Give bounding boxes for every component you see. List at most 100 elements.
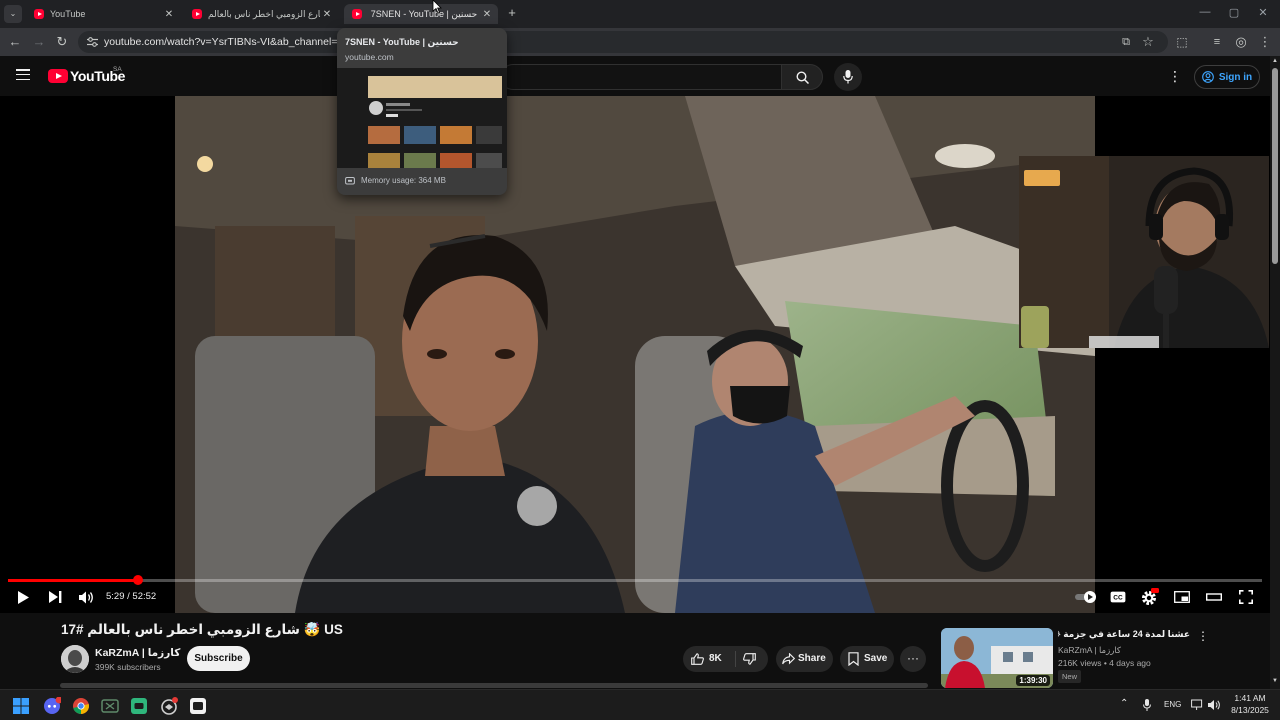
- maximize-window-icon[interactable]: ▢: [1219, 6, 1249, 19]
- closed-captions-icon: CC: [1110, 591, 1126, 603]
- like-button[interactable]: [691, 653, 704, 665]
- hover-card-domain: youtube.com: [345, 52, 394, 62]
- channel-avatar[interactable]: [61, 645, 89, 673]
- autoplay-toggle-icon: [1075, 591, 1096, 603]
- autoplay-toggle[interactable]: [1074, 587, 1098, 607]
- horizontal-scrollbar[interactable]: [60, 683, 928, 688]
- install-app-icon[interactable]: ⧉: [1118, 34, 1134, 50]
- voice-search-button[interactable]: [834, 63, 862, 91]
- tab-zombie-street-video[interactable]: شارع الزومبي اخطر ناس بالعالم # ✕: [184, 4, 338, 24]
- save-button[interactable]: Save: [840, 646, 894, 672]
- video-scene-illustration: [175, 96, 1095, 613]
- close-tab-icon[interactable]: ✕: [480, 9, 494, 20]
- sign-in-button[interactable]: Sign in: [1194, 65, 1260, 89]
- tab-7snen-channel[interactable]: 7SNEN - YouTube | حسنين ✕: [344, 4, 498, 24]
- close-tab-icon[interactable]: ✕: [162, 9, 176, 20]
- video-duration: 1:39:30: [1016, 675, 1050, 686]
- video-player[interactable]: 5:29 / 52:52 CC: [0, 96, 1270, 613]
- playback-time: 5:29 / 52:52: [106, 591, 157, 602]
- bookmark-icon: [848, 652, 859, 666]
- recommended-more-icon[interactable]: ⋮: [1197, 629, 1209, 643]
- memory-usage: Memory usage: 364 MB: [361, 176, 446, 185]
- browser-menu-icon[interactable]: ⋮: [1257, 34, 1273, 50]
- new-tab-icon[interactable]: +: [505, 5, 519, 21]
- chat-app-icon[interactable]: [130, 697, 148, 715]
- progress-scrubber-handle[interactable]: [133, 575, 144, 585]
- more-actions-button[interactable]: ···: [900, 646, 926, 672]
- discord-icon[interactable]: [43, 697, 61, 715]
- search-button[interactable]: [781, 64, 823, 90]
- youtube-masthead: YouTube SA ⋮ Sign in: [0, 56, 1270, 96]
- tab-search-dropdown[interactable]: ⌄: [4, 5, 22, 23]
- reload-icon[interactable]: ↻: [54, 34, 70, 50]
- windows-start-icon[interactable]: [12, 697, 30, 715]
- recommended-video-title[interactable]: عشنا لمدة 24 ساعة في جزمة 😂 !#15: [1058, 629, 1190, 640]
- save-label: Save: [864, 653, 888, 664]
- clock-date[interactable]: 8/13/2025: [1226, 705, 1274, 715]
- tab-youtube[interactable]: YouTube ✕: [26, 4, 180, 24]
- fullscreen-button[interactable]: [1236, 587, 1256, 607]
- microphone-tray-icon[interactable]: [1143, 699, 1151, 712]
- back-arrow-icon[interactable]: ←: [7, 34, 23, 50]
- minimize-window-icon[interactable]: —: [1190, 6, 1220, 18]
- forward-arrow-icon[interactable]: →: [31, 34, 47, 50]
- progress-bar-played: [8, 579, 139, 582]
- tab-title: 7SNEN - YouTube | حسنين: [370, 8, 478, 19]
- app-icon[interactable]: [101, 697, 119, 715]
- volume-icon: [78, 591, 93, 603]
- streaming-app-icon[interactable]: [189, 697, 207, 715]
- dislike-button[interactable]: [743, 653, 756, 665]
- youtube-favicon-icon: [34, 9, 44, 19]
- next-video-button[interactable]: [45, 587, 65, 607]
- hamburger-menu-icon[interactable]: [16, 69, 30, 81]
- network-icon[interactable]: [1191, 699, 1204, 711]
- recommended-video-meta: 216K views • 4 days ago: [1058, 658, 1151, 668]
- fullscreen-icon: [1239, 590, 1253, 604]
- media-controls-icon[interactable]: ≡: [1209, 34, 1225, 50]
- bookmark-star-icon[interactable]: ☆: [1140, 34, 1156, 50]
- speaker-icon[interactable]: [1208, 699, 1221, 711]
- channel-name[interactable]: KaRZmA | كارزما: [95, 647, 180, 659]
- theater-mode-button[interactable]: [1204, 587, 1224, 607]
- search-input[interactable]: [500, 64, 782, 90]
- extensions-icon[interactable]: ⬚: [1174, 34, 1190, 50]
- tab-title: YouTube: [50, 9, 86, 19]
- subscribe-button[interactable]: Subscribe: [187, 646, 250, 671]
- site-info-icon[interactable]: [87, 37, 98, 47]
- clock-time[interactable]: 1:41 AM: [1226, 693, 1274, 703]
- like-dislike-group: 8K: [683, 646, 768, 672]
- game-launcher-icon[interactable]: [160, 697, 178, 715]
- youtube-favicon-icon: [352, 9, 362, 19]
- browser-toolbar: ← → ↻ youtube.com/watch?v=YsrTIBNs-VI&ab…: [0, 28, 1280, 56]
- share-icon: [782, 653, 795, 665]
- close-window-icon[interactable]: ✕: [1248, 6, 1278, 19]
- page-scrollbar[interactable]: ▲ ▼: [1270, 56, 1280, 689]
- show-hidden-icons-icon[interactable]: ⌃: [1120, 698, 1128, 709]
- channel-avatar-image: [61, 645, 89, 673]
- settings-button[interactable]: [1140, 587, 1160, 607]
- hover-card-title: 7SNEN - YouTube | حسنين: [345, 37, 459, 47]
- profile-icon[interactable]: ◎: [1233, 34, 1249, 50]
- streamer-webcam-illustration: [1019, 156, 1269, 348]
- search-icon: [796, 71, 809, 84]
- page-scrollbar-thumb[interactable]: [1272, 68, 1278, 264]
- scroll-down-icon[interactable]: ▼: [1272, 678, 1278, 684]
- miniplayer-button[interactable]: [1172, 587, 1192, 607]
- tab-title: شارع الزومبي اخطر ناس بالعالم #: [208, 8, 320, 19]
- mute-button[interactable]: [76, 587, 96, 607]
- address-bar[interactable]: youtube.com/watch?v=YsrTIBNs-VI&ab_chann…: [78, 31, 1168, 53]
- close-tab-icon[interactable]: ✕: [320, 9, 334, 20]
- progress-bar[interactable]: [8, 579, 1262, 582]
- settings-more-icon[interactable]: ⋮: [1168, 68, 1182, 85]
- recommended-video-channel[interactable]: KaRZmA | كارزما: [1058, 645, 1121, 656]
- video-frame[interactable]: [175, 96, 1095, 613]
- play-button[interactable]: [13, 587, 33, 607]
- recommended-video-thumbnail[interactable]: 1:39:30: [941, 628, 1053, 688]
- subtitles-button[interactable]: CC: [1108, 587, 1128, 607]
- streamer-webcam-overlay: [1019, 156, 1269, 348]
- scroll-up-icon[interactable]: ▲: [1272, 58, 1278, 64]
- subscriber-count: 399K subscribers: [95, 662, 161, 672]
- input-language[interactable]: ENG: [1164, 700, 1181, 709]
- share-button[interactable]: Share: [776, 646, 833, 672]
- chrome-icon[interactable]: [72, 697, 90, 715]
